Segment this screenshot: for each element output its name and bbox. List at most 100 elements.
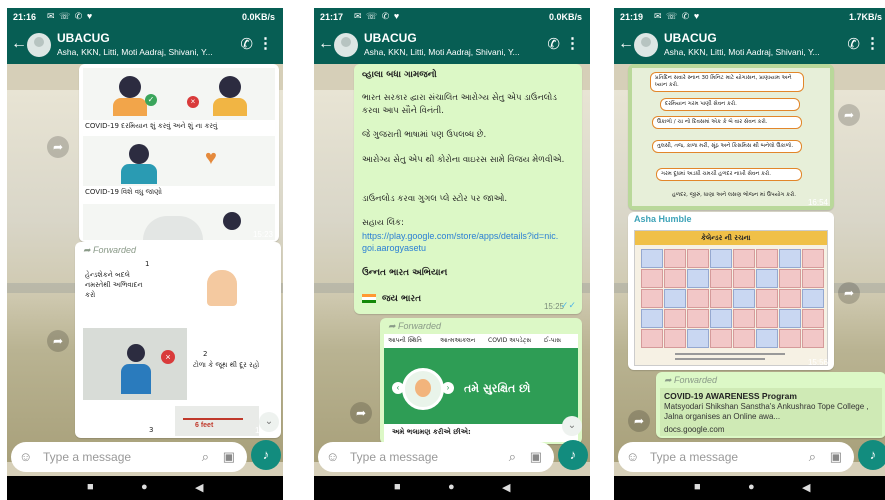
calendar-cell [664,249,686,268]
image-caption-1: COVID-19 દરમિયાન શું કરવું અને શું ના કર… [85,122,218,130]
attach-icon[interactable]: ⌕ [509,449,516,465]
group-members[interactable]: Asha, KKN, Litti, Moti Aadraj, Shivani, … [57,47,237,57]
calendar-cell [641,329,663,348]
poster-image-message[interactable]: પ્રતિદિન સવારે સ્નાન 30 મિનિટ માટે યોગાસ… [628,64,834,210]
app-note-bar: અમે ભલામણ કરીએ છીએ: [384,424,578,442]
calendar-cell [733,289,755,308]
share-icon[interactable]: ➦ [628,410,650,432]
scroll-down-icon[interactable]: ⌄ [562,416,582,436]
share-icon[interactable]: ➦ [47,136,69,158]
chat-header: ← UBACUG Asha, KKN, Litti, Moti Aadraj, … [614,26,885,64]
notification-icons: ✉ ☏ ✆ ♥ [47,11,94,21]
distance-illustration: 6 feet [175,406,259,436]
group-members[interactable]: Asha, KKN, Litti, Moti Aadraj, Shivani, … [664,47,844,57]
calendar-image-message[interactable]: Asha Humble કેલેન્ડર ની રચના 15:56 [628,212,834,370]
camera-icon[interactable]: ▣ [223,449,235,465]
share-icon[interactable]: ➦ [838,282,860,304]
message-input-bar[interactable]: ☺ Type a message ⌕ ▣ [11,442,247,472]
calendar-cell [664,269,686,288]
attach-icon[interactable]: ⌕ [809,449,816,465]
app-tab-1: આપની સ્થિતિ [388,337,422,344]
app-note-text: અમે ભલામણ કરીએ છીએ: [392,428,471,436]
home-icon[interactable]: ● [448,481,455,493]
emoji-icon[interactable]: ☺ [326,449,339,464]
calendar-cell [779,329,801,348]
mic-icon[interactable]: ♪ [251,440,281,470]
recents-icon[interactable]: ■ [694,481,701,493]
back-arrow-icon[interactable]: ← [318,35,334,53]
app-tab-bar: આપની સ્થિતિ આત્મઆકલન COVID અપડેટ્સ ઈ-પાસ [384,334,578,348]
phone-screen-2: 21:17 ✉ ☏ ✆ ♥ 0.0KB/s ← UBACUG Asha, KKN… [314,8,590,500]
add-call-icon[interactable]: ✆ [240,35,253,53]
message-input-bar[interactable]: ☺ Type a message ⌕ ▣ [618,442,854,472]
image-message[interactable]: ✓ × COVID-19 દરમિયાન શું કરવું અને શું ન… [79,64,279,242]
recents-icon[interactable]: ■ [394,481,401,493]
mic-icon[interactable]: ♪ [558,440,588,470]
calendar-cell [802,269,824,288]
mic-icon[interactable]: ♪ [858,440,885,470]
home-icon[interactable]: ● [141,481,148,493]
camera-icon[interactable]: ▣ [830,449,842,465]
share-icon[interactable]: ➦ [350,402,372,424]
calendar-cell [779,309,801,328]
group-title[interactable]: UBACUG [57,31,110,45]
forwarded-image-message[interactable]: ➦ Forwarded આપની સ્થિતિ આત્મઆકલન COVID અ… [380,318,582,444]
emoji-icon[interactable]: ☺ [19,449,32,464]
add-call-icon[interactable]: ✆ [547,35,560,53]
calendar-cell [687,289,709,308]
group-avatar[interactable] [334,33,358,57]
message-input-bar[interactable]: ☺ Type a message ⌕ ▣ [318,442,554,472]
back-arrow-icon[interactable]: ← [11,35,27,53]
crowd-illustration: × [83,328,187,400]
camera-icon[interactable]: ▣ [530,449,542,465]
group-title[interactable]: UBACUG [364,31,417,45]
back-arrow-icon[interactable]: ← [618,35,634,53]
share-icon[interactable]: ➦ [47,330,69,352]
home-icon[interactable]: ● [748,481,755,493]
calendar-cell [687,249,709,268]
calendar-cell [687,309,709,328]
sender-name[interactable]: Asha Humble [634,214,692,224]
forwarded-text: Forwarded [398,321,442,331]
message-paragraph-4: ડાઉનલોડ કરવા ગુગલ પ્લે સ્ટોર પર જાઓ. [362,194,508,204]
message-input[interactable]: Type a message [43,450,131,464]
forwarded-link-message[interactable]: ➦ Forwarded COVID-19 AWARENESS Program M… [656,372,885,438]
group-title[interactable]: UBACUG [664,31,717,45]
message-input[interactable]: Type a message [650,450,738,464]
status-time: 21:16 [13,12,37,22]
forwarded-image-message[interactable]: ➦ Forwarded 1 હેન્ડશેકને બદલે નમસ્તેથી અ… [75,242,281,438]
nav-back-icon[interactable]: ◀ [502,481,510,494]
calendar-cell [802,309,824,328]
chat-header: ← UBACUG Asha, KKN, Litti, Moti Aadraj, … [314,26,590,64]
nav-back-icon[interactable]: ◀ [195,481,203,494]
group-members[interactable]: Asha, KKN, Litti, Moti Aadraj, Shivani, … [364,47,544,57]
tip-namaste: 1 હેન્ડશેકને બદલે નમસ્તેથી અભિવાદન કરો [79,258,277,324]
message-time: 16:54 [807,198,828,207]
link-preview[interactable]: COVID-19 AWARENESS Program Matsyodari Sh… [660,388,882,436]
attach-icon[interactable]: ⌕ [202,449,209,465]
more-options-icon[interactable]: ⋮ [865,34,880,52]
group-avatar[interactable] [27,33,51,57]
text-message[interactable]: વ્હાલા બધા ગામજનો ભારત સરકાર દ્વારા સંચા… [354,64,582,314]
kitchen-calendar-image: કેલેન્ડર ની રચના [634,230,828,366]
tip-2-text: ટોળા કે જૂથ થી દૂર રહો [193,361,260,369]
status-time: 21:19 [620,12,644,22]
calendar-cell [802,329,824,348]
message-paragraph-2: જે ગુજરાતી ભાષામાં પણ ઉપલબ્ધ છે. [362,130,487,140]
play-store-link[interactable]: https://play.google.com/store/apps/detai… [362,230,562,254]
group-avatar[interactable] [634,33,658,57]
add-call-icon[interactable]: ✆ [847,35,860,53]
notification-icons: ✉ ☏ ✆ ♥ [354,11,401,21]
message-input[interactable]: Type a message [350,450,438,464]
more-options-icon[interactable]: ⋮ [258,34,273,52]
emoji-icon[interactable]: ☺ [626,449,639,464]
scroll-down-icon[interactable]: ⌄ [259,412,279,432]
more-options-icon[interactable]: ⋮ [565,34,580,52]
recents-icon[interactable]: ■ [87,481,94,493]
message-time: 15:56 [807,358,828,367]
network-speed: 0.0KB/s [241,12,275,22]
link-domain: docs.google.com [664,425,725,434]
share-icon[interactable]: ➦ [838,104,860,126]
campaign-slogan: ઉન્નત ભારત અભિયાન [362,268,448,278]
nav-back-icon[interactable]: ◀ [802,481,810,494]
